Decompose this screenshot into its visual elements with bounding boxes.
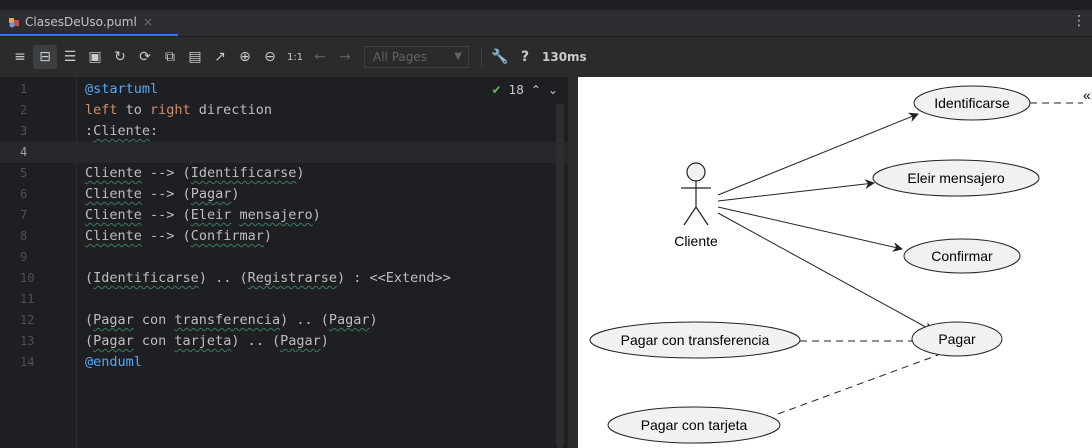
- use-case-diagram: Cliente «E Identificarse Eleir mensajero…: [589, 85, 1092, 444]
- line-text: (Pagar con tarjeta) .. (Pagar): [85, 333, 329, 349]
- tab-label: ClasesDeUso.puml: [25, 15, 137, 29]
- previous-page-icon[interactable]: ←: [308, 45, 332, 69]
- line-number: 2: [20, 103, 28, 117]
- code-line: 5 Cliente --> (Identificarse): [0, 163, 568, 184]
- code-line: 9: [0, 247, 568, 268]
- pages-dropdown[interactable]: All Pages ▼: [364, 46, 469, 68]
- line-text: (Pagar con transferencia) .. (Pagar): [85, 312, 378, 328]
- plantuml-file-icon: [8, 16, 20, 28]
- line-number: 6: [20, 187, 28, 201]
- line-text: @enduml: [85, 354, 142, 370]
- reload-icon[interactable]: ↻: [108, 45, 132, 69]
- code-line: 3 :Cliente:: [0, 121, 568, 142]
- zoom-out-icon[interactable]: ⊖: [258, 45, 282, 69]
- line-number: 7: [20, 208, 28, 222]
- line-number: 12: [20, 313, 35, 327]
- arrow-pagar: [717, 212, 934, 332]
- usecase-pagar: Pagar: [911, 321, 1003, 357]
- line-number: 10: [20, 271, 35, 285]
- line-text: left to right direction: [85, 102, 272, 118]
- current-code-line: 4: [0, 142, 568, 163]
- code-line: 8 Cliente --> (Confirmar): [0, 226, 568, 247]
- code-line: 12 (Pagar con transferencia) .. (Pagar): [0, 310, 568, 331]
- association-arrows: [717, 112, 934, 332]
- horizontal-split-icon[interactable]: ☰: [58, 45, 82, 69]
- line-number: 1: [20, 82, 28, 96]
- settings-wrench-icon[interactable]: 🔧: [488, 45, 512, 69]
- line-text: (Identificarse) .. (Registrarse) : <<Ext…: [85, 270, 451, 286]
- line-text: @startuml: [85, 81, 159, 97]
- line-number: 9: [20, 250, 28, 264]
- usecase-pagar-transferencia: Pagar con transferencia: [589, 321, 801, 359]
- code-line: 7 Cliente --> (Eleir mensajero): [0, 205, 568, 226]
- chevron-up-icon[interactable]: ⌃: [531, 83, 541, 97]
- plantuml-toolbar: ≡ ⊟ ☰ ▣ ↻ ⟳ ⧉ ▤ ↗ ⊕ ⊖ 1:1 ← → All Pages …: [0, 37, 1092, 77]
- zoom-in-icon[interactable]: ⊕: [233, 45, 257, 69]
- save-icon[interactable]: ▤: [183, 45, 207, 69]
- line-number: 8: [20, 229, 28, 243]
- code-line: 6 Cliente --> (Pagar): [0, 184, 568, 205]
- window-top-strip: [0, 0, 1092, 10]
- line-number: 4: [20, 145, 28, 159]
- split-view-icon[interactable]: ⊟: [33, 45, 57, 69]
- code-line: 13 (Pagar con tarjeta) .. (Pagar): [0, 331, 568, 352]
- code-line: 14 @enduml: [0, 352, 568, 373]
- line-number: 14: [20, 355, 35, 369]
- line-text: Cliente --> (Identificarse): [85, 165, 305, 181]
- usecase-pagar-tarjeta: Pagar con tarjeta: [607, 406, 781, 444]
- editor-only-icon[interactable]: ≡: [8, 45, 32, 69]
- usecase-label: Pagar con transferencia: [621, 332, 770, 348]
- chevron-down-icon[interactable]: ⌄: [548, 83, 558, 97]
- tarjeta-link: [777, 354, 939, 415]
- toolbar-separator: [481, 47, 482, 67]
- line-number: 3: [20, 124, 28, 138]
- line-text: :Cliente:: [85, 123, 159, 139]
- editor-tab-bar: ClasesDeUso.puml × ⋮: [0, 10, 1092, 37]
- usecase-confirmar: Confirmar: [903, 238, 1021, 274]
- line-number: 11: [20, 292, 35, 306]
- usecase-label: Pagar con tarjeta: [641, 417, 748, 433]
- extend-stereotype: «E: [1083, 87, 1092, 103]
- chevron-down-icon: ▼: [454, 51, 462, 62]
- preview-only-icon[interactable]: ▣: [83, 45, 107, 69]
- usecase-label: Pagar: [938, 331, 976, 347]
- code-editor[interactable]: 1 @startuml ✔ 18 ⌃ ⌄ 2 left to right dir…: [0, 77, 568, 448]
- code-line: 1 @startuml: [0, 79, 568, 100]
- split-divider[interactable]: [568, 77, 578, 448]
- copy-icon[interactable]: ⧉: [158, 45, 182, 69]
- sync-icon[interactable]: ⟳: [133, 45, 157, 69]
- open-external-icon[interactable]: ↗: [208, 45, 232, 69]
- more-menu-icon[interactable]: ⋮: [1072, 14, 1086, 28]
- tab-clasesdeuso[interactable]: ClasesDeUso.puml ×: [0, 10, 178, 36]
- actor-figure: [681, 162, 711, 226]
- actual-size-button[interactable]: 1:1: [283, 45, 307, 69]
- line-number: 5: [20, 166, 28, 180]
- check-icon: ✔: [491, 83, 502, 97]
- usecase-label: Eleir mensajero: [907, 170, 1004, 186]
- actor-label: Cliente: [674, 233, 718, 249]
- close-icon[interactable]: ×: [143, 15, 153, 29]
- line-number: 13: [20, 334, 35, 348]
- usecase-eleir-mensajero: Eleir mensajero: [872, 159, 1040, 197]
- line-text: Cliente --> (Confirmar): [85, 228, 272, 244]
- render-time: 130ms: [542, 50, 587, 64]
- inspections-count: 18: [508, 83, 524, 97]
- inspections-widget[interactable]: ✔ 18 ⌃ ⌄: [492, 83, 558, 97]
- line-text: Cliente --> (Eleir mensajero): [85, 207, 321, 223]
- code-line: 2 left to right direction: [0, 100, 568, 121]
- help-button[interactable]: ?: [513, 45, 537, 69]
- usecase-label: Identificarse: [934, 95, 1010, 111]
- pages-dropdown-value: All Pages: [373, 50, 427, 64]
- code-line: 10 (Identificarse) .. (Registrarse) : <<…: [0, 268, 568, 289]
- usecase-identificarse: Identificarse: [913, 85, 1031, 121]
- diagram-preview[interactable]: Cliente «E Identificarse Eleir mensajero…: [578, 77, 1092, 448]
- line-text: Cliente --> (Pagar): [85, 186, 240, 202]
- editor-scrollbar[interactable]: [556, 103, 564, 448]
- usecase-label: Confirmar: [931, 248, 993, 264]
- code-line: 11: [0, 289, 568, 310]
- next-page-icon[interactable]: →: [333, 45, 357, 69]
